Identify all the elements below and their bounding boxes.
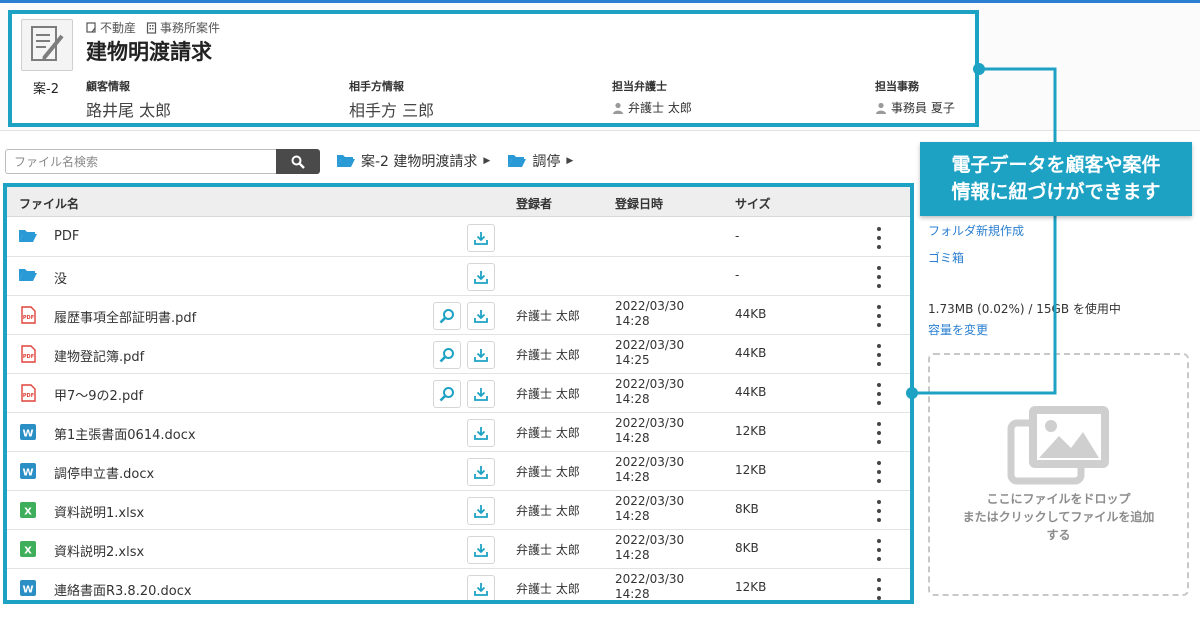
callout-anchor-dot (973, 63, 985, 75)
callout-line-1: 電子データを顧客や案件 (951, 154, 1161, 176)
callout-line-2: 情報に紐づけができます (951, 181, 1161, 203)
feature-callout: 電子データを顧客や案件 情報に紐づけができます (920, 142, 1192, 216)
callout-anchor-dot (906, 387, 918, 399)
callout-connector-lines (912, 67, 1057, 395)
